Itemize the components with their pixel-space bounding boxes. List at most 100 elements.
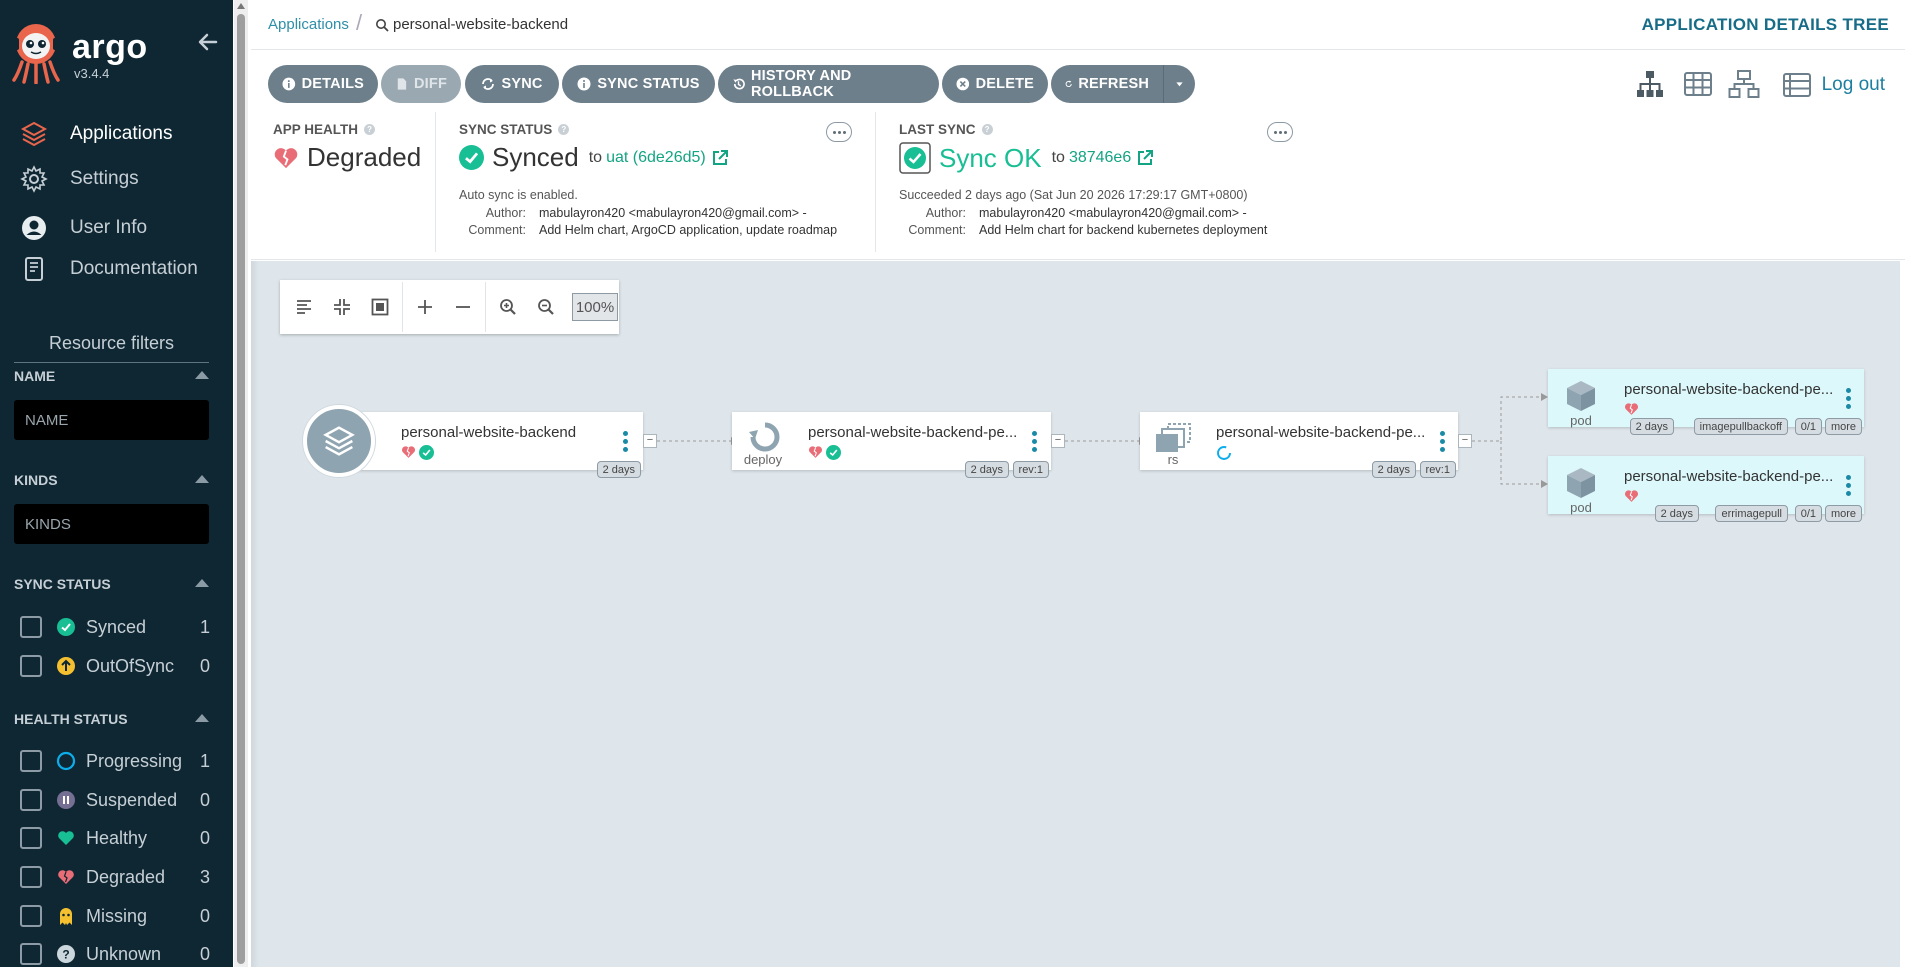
sync-status-more-button[interactable] <box>826 122 852 142</box>
nav-item-user-info[interactable]: User Info <box>20 211 147 245</box>
diff-button[interactable]: DIFF <box>381 65 461 103</box>
sync-status-value[interactable]: Synced to uat (6de26d5) <box>459 142 736 173</box>
filter-name-header[interactable]: NAME <box>14 368 209 386</box>
scroll-up-arrow-icon[interactable] <box>237 3 245 9</box>
help-icon[interactable]: ? <box>981 124 993 135</box>
filter-count: 0 <box>199 905 210 926</box>
resource-tree-canvas[interactable]: 100% personal-website-backend 2 days − d… <box>251 261 1900 967</box>
pod-node-menu-button[interactable] <box>1846 388 1852 410</box>
nav-item-documentation[interactable]: Documentation <box>20 252 198 286</box>
pod-node[interactable]: pod personal-website-backend-pe... 2 day… <box>1548 456 1864 522</box>
filter-synced[interactable]: Synced 1 <box>20 615 210 639</box>
app-node[interactable]: personal-website-backend 2 days <box>331 412 643 478</box>
network-view-icon[interactable] <box>1728 68 1760 100</box>
sync-button[interactable]: SYNC <box>465 65 559 103</box>
filter-checkbox[interactable] <box>20 655 42 677</box>
sidebar: argo v3.4.4 Applications Settings User I… <box>0 0 233 967</box>
filter-label: Suspended <box>86 789 178 810</box>
last-sync-revision-link[interactable]: 38746e6 <box>1069 149 1161 167</box>
app-node-icon[interactable] <box>303 405 375 477</box>
filter-checkbox[interactable] <box>20 905 42 927</box>
filter-degraded[interactable]: Degraded 3 <box>20 865 210 889</box>
collapse-caret-icon[interactable] <box>195 579 209 587</box>
filter-sync-status-header[interactable]: SYNC STATUS <box>14 576 209 594</box>
collapse-toggle[interactable]: − <box>1458 434 1472 448</box>
filter-suspended[interactable]: Suspended 0 <box>20 788 210 812</box>
app-node-menu-button[interactable] <box>623 431 629 453</box>
argo-octopus-logo-icon[interactable] <box>12 22 60 84</box>
pod-node-name: personal-website-backend-pe... <box>1624 381 1834 398</box>
close-circle-icon <box>956 77 970 91</box>
app-node-name: personal-website-backend <box>401 424 577 441</box>
app-health-value[interactable]: Degraded <box>273 142 421 173</box>
details-button[interactable]: DETAILS <box>268 65 378 103</box>
comment-value: Add Helm chart for backend kubernetes de… <box>979 223 1268 237</box>
filter-checkbox[interactable] <box>20 616 42 638</box>
filter-label: Degraded <box>86 866 166 887</box>
breadcrumb-applications[interactable]: Applications <box>268 16 349 33</box>
delete-button[interactable]: DELETE <box>942 65 1048 103</box>
deploy-node[interactable]: deploy personal-website-backend-pe... 2 … <box>732 412 1051 478</box>
pod-more-tag[interactable]: more <box>1824 505 1862 522</box>
filter-checkbox[interactable] <box>20 789 42 811</box>
pod-node-menu-button[interactable] <box>1846 475 1852 497</box>
collapse-toggle[interactable]: − <box>1051 434 1065 448</box>
collapse-caret-icon[interactable] <box>195 714 209 722</box>
filter-checkbox[interactable] <box>20 866 42 888</box>
history-button-label: HISTORY AND ROLLBACK <box>750 68 852 100</box>
nav-item-settings[interactable]: Settings <box>20 162 139 196</box>
filter-missing[interactable]: Missing 0 <box>20 904 210 928</box>
replicaset-node-status-icons <box>1216 445 1232 461</box>
pod-status-tag: errimagepull <box>1715 505 1788 522</box>
node-age-tag: 2 days <box>596 461 641 478</box>
replicaset-node[interactable]: rs personal-website-backend-pe... 2 days… <box>1140 412 1458 478</box>
pod-more-tag[interactable]: more <box>1824 418 1862 435</box>
filter-healthy[interactable]: Healthy 0 <box>20 826 210 850</box>
logout-label: Log out <box>1821 74 1885 95</box>
tree-view-icon[interactable] <box>1634 68 1666 100</box>
help-icon[interactable]: ? <box>558 124 570 135</box>
page-title: APPLICATION DETAILS TREE <box>1641 15 1889 34</box>
nav-item-applications[interactable]: Applications <box>20 117 172 151</box>
app-version: v3.4.4 <box>74 66 110 81</box>
gear-icon <box>20 165 48 193</box>
scrollbar-thumb[interactable] <box>237 14 245 964</box>
filter-checkbox[interactable] <box>20 827 42 849</box>
sync-revision-link[interactable]: uat (6de26d5) <box>606 149 736 167</box>
filter-health-status-header[interactable]: HEALTH STATUS <box>14 711 209 729</box>
sidebar-scrollbar[interactable] <box>234 0 248 967</box>
collapse-sidebar-arrow-icon[interactable] <box>196 30 220 54</box>
breadcrumb-current[interactable]: personal-website-backend <box>375 16 568 33</box>
last-sync-revision-text: 38746e6 <box>1068 149 1132 166</box>
filter-kinds-header[interactable]: KINDS <box>14 472 209 490</box>
last-sync-value[interactable]: Sync OK to 38746e6 <box>899 142 1161 174</box>
collapse-caret-icon[interactable] <box>195 475 209 483</box>
refresh-dropdown-button[interactable] <box>1163 65 1195 103</box>
filter-unknown[interactable]: ? Unknown 0 <box>20 942 210 966</box>
collapse-toggle[interactable]: − <box>643 434 657 448</box>
node-kind: deploy <box>743 452 783 467</box>
external-link-icon <box>1138 150 1154 165</box>
last-sync-more-button[interactable] <box>1267 122 1293 142</box>
filter-name-input[interactable] <box>14 400 209 440</box>
filter-checkbox[interactable] <box>20 943 42 965</box>
filter-checkbox[interactable] <box>20 750 42 772</box>
filter-sync-status-label: SYNC STATUS <box>14 576 111 592</box>
deploy-node-menu-button[interactable] <box>1032 431 1038 453</box>
history-and-rollback-button[interactable]: HISTORY AND ROLLBACK <box>718 65 939 103</box>
caret-down-icon <box>1176 82 1183 87</box>
brand-name: argo <box>72 28 148 66</box>
sync-status-button[interactable]: SYNC STATUS <box>562 65 715 103</box>
filter-outofsync[interactable]: OutOfSync 0 <box>20 654 210 678</box>
filter-kinds-input[interactable] <box>14 504 209 544</box>
filter-progressing[interactable]: Progressing 1 <box>20 749 210 773</box>
replicaset-node-menu-button[interactable] <box>1440 431 1446 453</box>
pod-node[interactable]: pod personal-website-backend-pe... 2 day… <box>1548 369 1864 435</box>
pod-ready-tag: 0/1 <box>1794 505 1822 522</box>
collapse-caret-icon[interactable] <box>195 371 209 379</box>
help-icon[interactable]: ? <box>364 124 376 135</box>
refresh-button[interactable]: REFRESH <box>1051 65 1163 103</box>
logout-button[interactable]: Log out <box>1782 71 1885 99</box>
pods-grid-view-icon[interactable] <box>1682 68 1714 100</box>
list-view-icon[interactable] <box>1782 71 1812 99</box>
